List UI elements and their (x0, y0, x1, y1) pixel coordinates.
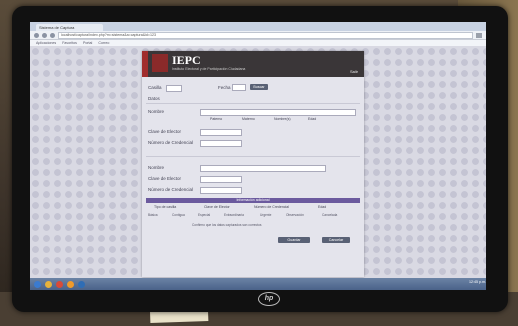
ie-icon[interactable] (78, 280, 85, 288)
brand-logo-icon (152, 54, 168, 72)
form-header: IEPC Instituto Electoral y de Participac… (142, 51, 364, 77)
numero-credencial-input-2[interactable] (200, 187, 242, 194)
option-radio[interactable]: Contigua (172, 213, 185, 217)
address-bar: localhost/captura/index.php?m=sistema&a=… (30, 31, 486, 40)
column-header: Edad (308, 117, 317, 121)
menu-icon[interactable] (476, 32, 482, 38)
nombre-input[interactable] (200, 109, 356, 116)
column-header: Paterno (210, 117, 223, 121)
chrome-icon[interactable] (56, 280, 63, 288)
column-header: Tipo de casilla (154, 205, 177, 209)
brand-subtitle: Instituto Electoral y de Participación C… (172, 67, 246, 71)
fecha-input[interactable] (232, 84, 246, 91)
section-divider (146, 156, 360, 157)
nombre-label: Nombre (148, 165, 165, 170)
clave-elector-label: Clave de Elector (148, 176, 182, 181)
option-radio[interactable]: Básica (148, 213, 158, 217)
media-icon[interactable] (67, 280, 74, 288)
buscar-button[interactable]: Buscar (250, 84, 268, 90)
start-icon[interactable] (34, 280, 41, 288)
browser-tab[interactable]: Sistema de Captura (36, 24, 103, 31)
header-accent (142, 51, 148, 77)
confirm-checkbox[interactable]: Confirmo que los datos capturados son co… (192, 223, 261, 227)
clave-elector-input-2[interactable] (200, 176, 242, 183)
reload-icon[interactable] (50, 32, 55, 38)
logout-link[interactable]: Salir (350, 69, 358, 74)
section-divider (146, 103, 360, 104)
taskbar: 12:45 p.m. (30, 278, 486, 290)
monitor-screen: Sistema de Captura localhost/captura/ind… (30, 22, 486, 290)
capture-form: IEPC Instituto Electoral y de Participac… (142, 51, 364, 277)
clock: 12:45 p.m. (469, 280, 486, 284)
casilla-input[interactable] (166, 85, 182, 92)
page-content: IEPC Instituto Electoral y de Participac… (30, 46, 486, 278)
casilla-label: Casilla (148, 85, 162, 90)
column-header: Clave de Elector (204, 205, 230, 209)
clave-elector-input[interactable] (200, 129, 242, 136)
back-icon[interactable] (34, 32, 39, 38)
option-radio[interactable]: Cancelada (322, 213, 337, 217)
nombre-input-2[interactable] (200, 165, 326, 172)
column-header: Edad (318, 205, 327, 209)
numero-credencial-input[interactable] (200, 140, 242, 147)
save-button[interactable]: Guardar (278, 237, 310, 243)
monitor-logo: hp (258, 292, 280, 306)
column-header: Materno (242, 117, 255, 121)
option-radio[interactable]: Urgente (260, 213, 271, 217)
info-section-bar: Información adicional (146, 198, 360, 203)
numero-credencial-label: Número de Credencial (148, 187, 194, 192)
clave-elector-label: Clave de Elector (148, 129, 182, 134)
option-radio[interactable]: Extraordinaria (224, 213, 244, 217)
numero-credencial-label: Número de Credencial (148, 140, 194, 145)
nombre-label: Nombre (148, 109, 165, 114)
column-header: Número de Credencial (254, 205, 290, 209)
option-radio[interactable]: Observación (286, 213, 304, 217)
column-header: Nombre(s) (274, 117, 291, 121)
browser-tab-bar: Sistema de Captura (30, 22, 486, 31)
fecha-label: Fecha (218, 85, 231, 90)
forward-icon[interactable] (42, 32, 47, 38)
option-radio[interactable]: Especial (198, 213, 210, 217)
folder-icon[interactable] (45, 280, 52, 288)
url-input[interactable]: localhost/captura/index.php?m=sistema&a=… (58, 31, 473, 39)
brand-name: IEPC (172, 53, 201, 67)
datos-label: Datos (148, 96, 160, 101)
cancel-button[interactable]: Cancelar (322, 237, 350, 243)
